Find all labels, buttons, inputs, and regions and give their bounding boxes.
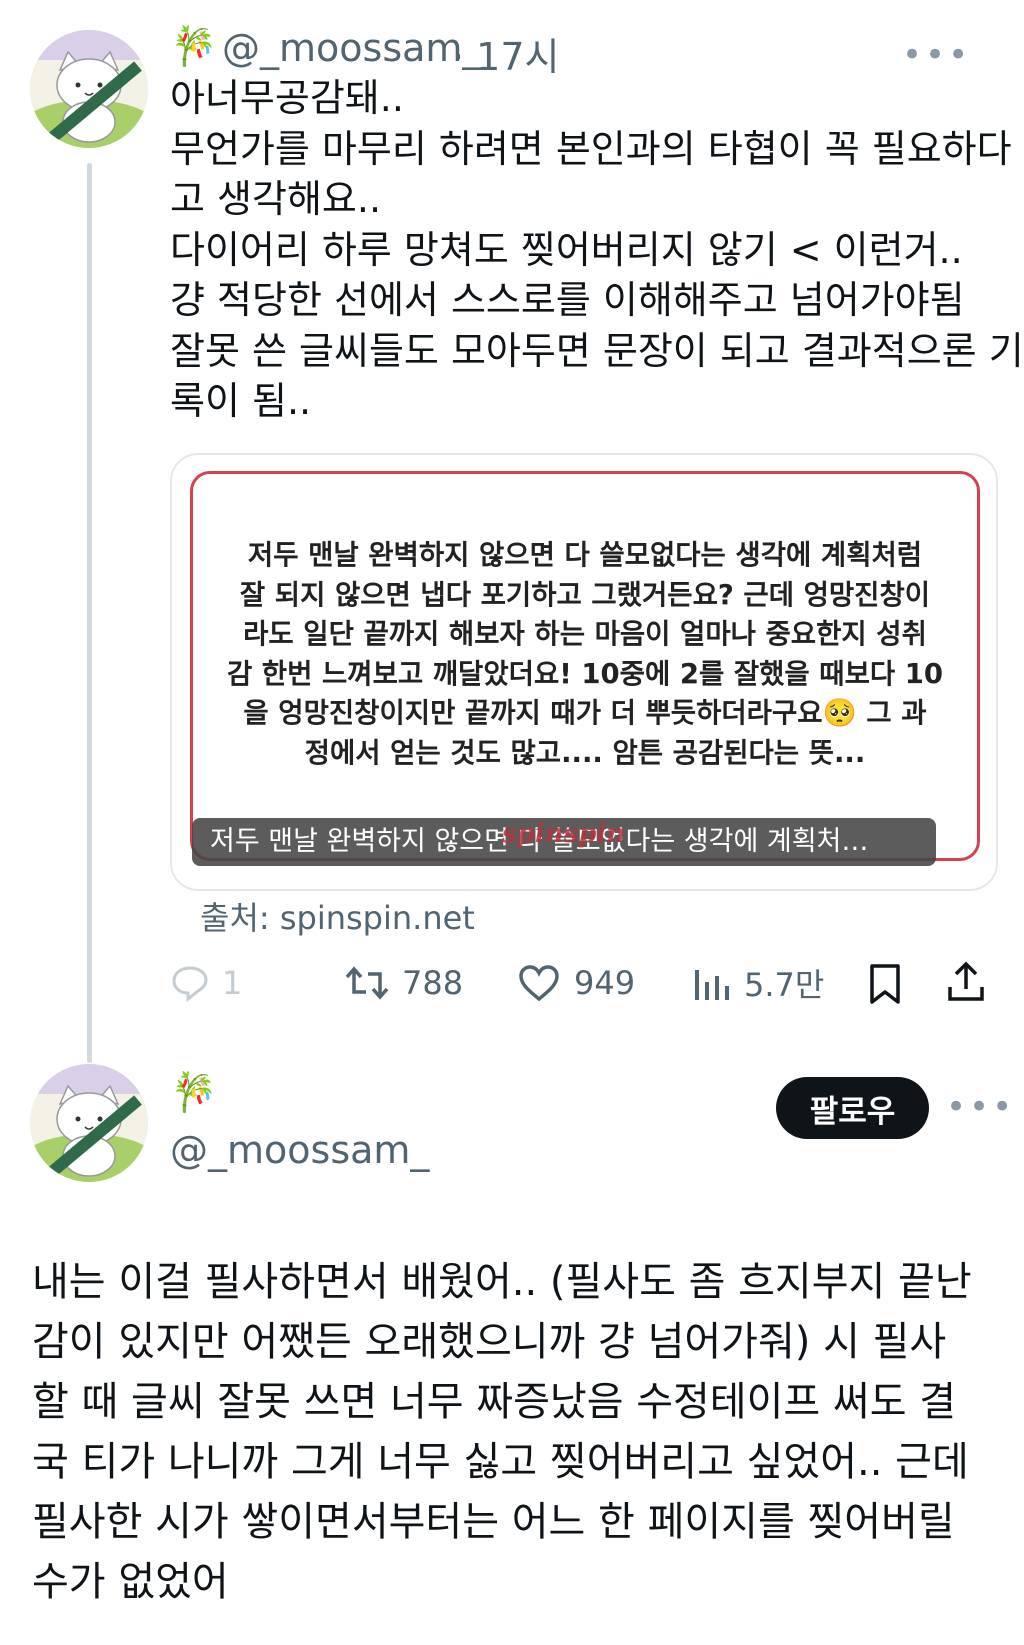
tweet-text-line: 무언가를 마무리 하려면 본인과의 타협이 꼭 필요하다 <box>170 126 1012 171</box>
tweet-text-line: 록이 됨.. <box>170 379 312 423</box>
tweet-text-line: 국 티가 나니까 그게 너무 싫고 찢어버리고 싶었어.. 근데 <box>32 1439 969 1485</box>
card-source-link[interactable]: 출처: spinspin.net <box>200 893 475 939</box>
share-button[interactable] <box>946 960 986 1004</box>
watermark-logo: spinspin <box>502 819 626 849</box>
views-bar-chart-icon <box>695 970 729 1000</box>
user-handle[interactable]: @_moossam_ <box>222 26 481 70</box>
tweet-text-line: 걍 적당한 선에서 스스로를 이해해주고 넘어가야됨 <box>170 278 965 322</box>
retweet-button[interactable]: 788 <box>344 958 463 1008</box>
reply-button[interactable]: 1 <box>170 958 242 1008</box>
tweet-text-line: 감이 있지만 어쨌든 오래했으니까 걍 넘어가줘) 시 필사 <box>32 1319 947 1365</box>
reply-count: 1 <box>222 964 243 1002</box>
tweet-text-line: 고 생각해요.. <box>170 177 382 221</box>
display-name-emoji[interactable]: 🎋 <box>170 1070 217 1115</box>
heart-icon <box>519 965 559 1002</box>
more-options-icon[interactable]: ••• <box>946 1090 1015 1124</box>
avatar[interactable] <box>30 30 148 148</box>
views-button[interactable]: 5.7만 <box>692 958 824 1008</box>
cat-avatar-icon <box>30 30 148 148</box>
follow-button[interactable]: 팔로우 <box>776 1077 929 1139</box>
display-name-emoji[interactable]: 🎋 <box>170 24 217 69</box>
cat-avatar-icon <box>30 1064 148 1182</box>
tweet-text-line: 다이어리 하루 망쳐도 찢어버리지 않기 < 이런거.. <box>170 227 963 272</box>
card-text-line: 라도 일단 끝까지 해보자 하는 마음이 얼마나 중요한지 성취 <box>243 618 927 650</box>
card-image: 저두 맨날 완벽하지 않으면 다 쓸모없다는 생각에 계획처럼 잘 되지 않으면… <box>190 471 980 861</box>
bookmark-button[interactable] <box>868 962 902 1006</box>
avatar[interactable] <box>30 1064 148 1182</box>
card-text-line: 정에서 얻는 것도 많고.... 암튼 공감된다는 뜻... <box>304 736 866 769</box>
user-handle[interactable]: @_moossam_ <box>170 1128 429 1172</box>
card-text-line: 저두 맨날 완벽하지 않으면 다 쓸모없다는 생각에 계획처럼 <box>247 539 923 571</box>
reply-icon <box>172 966 208 1002</box>
tweet-text-line: 할 때 글씨 잘못 쓰면 너무 짜증났음 수정테이프 써도 결 <box>32 1379 957 1425</box>
tweet-text: 아너무공감돼.. 무언가를 마무리 하려면 본인과의 타협이 꼭 필요하다 고 … <box>170 73 1024 427</box>
view-count: 5.7만 <box>744 966 825 1004</box>
share-icon <box>948 961 984 1001</box>
like-button[interactable]: 949 <box>518 958 635 1008</box>
thread-line <box>87 163 92 1063</box>
tweet-text-line: 내는 이걸 필사하면서 배웠어.. (필사도 좀 흐지부지 끝난 <box>32 1259 972 1305</box>
retweet-icon <box>345 966 389 1000</box>
like-count: 949 <box>574 964 636 1002</box>
tweet-text-line: 필사한 시가 쌓이면서부터는 어느 한 페이지를 찢어버릴 <box>32 1499 955 1545</box>
retweet-count: 788 <box>402 964 464 1002</box>
card-text-line: 감 한번 느껴보고 깨달았더요! 10중에 2를 잘했을 때보다 10 <box>226 657 944 690</box>
tweet-text-line: 수가 없었어 <box>32 1559 229 1605</box>
more-options-icon[interactable]: ••• <box>902 38 971 72</box>
tweet-text-line: 아너무공감돼.. <box>170 76 404 120</box>
card-text-line: 잘 되지 않으면 냅다 포기하고 그랬거든요? 근데 엉망진창이 <box>239 578 931 611</box>
card-image-text: 저두 맨날 완벽하지 않으면 다 쓸모없다는 생각에 계획처럼 잘 되지 않으면… <box>215 536 955 773</box>
link-card[interactable]: 저두 맨날 완벽하지 않으면 다 쓸모없다는 생각에 계획처럼 잘 되지 않으면… <box>170 453 998 891</box>
tweet-text-line: 잘못 쓴 글씨들도 모아두면 문장이 되고 결과적으론 기 <box>170 328 1024 373</box>
bookmark-icon <box>870 964 900 1004</box>
action-bar: 1 788 949 5.7만 <box>0 958 1024 1008</box>
card-text-line: 을 엉망진창이지만 끝까지 때가 더 뿌듯하더라구요🥺 그 과 <box>243 697 927 729</box>
tweet-text: 내는 이걸 필사하면서 배웠어.. (필사도 좀 흐지부지 끝난 감이 있지만 … <box>32 1252 1002 1612</box>
